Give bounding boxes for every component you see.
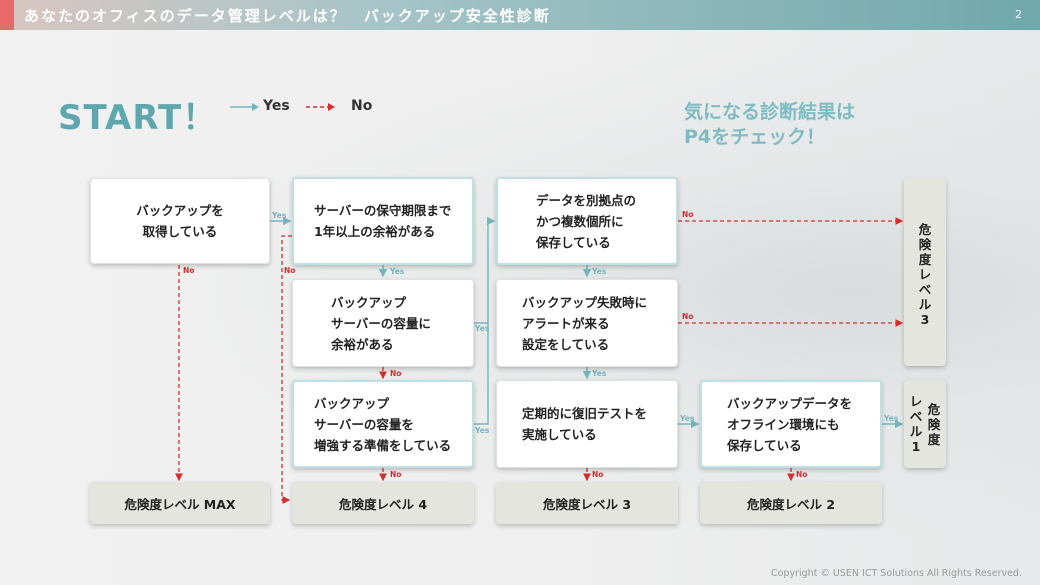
label-q6-no: No bbox=[682, 312, 694, 321]
outcome-level-4: 危険度レベル 4 bbox=[292, 482, 474, 524]
outcome-level-3-side: 危 険 度 レ ベ ル 3 bbox=[904, 178, 946, 366]
question-text-line: 保存している bbox=[727, 437, 802, 453]
question-box-failure-alert: バックアップ失敗時に アラートが来る 設定をしている bbox=[496, 279, 678, 367]
vertical-char: 危 bbox=[927, 402, 941, 417]
label-q1-no: No bbox=[183, 266, 195, 275]
label-q7-yes: Yes bbox=[680, 414, 695, 423]
label-q4-no: No bbox=[390, 470, 402, 479]
outcome-level-1-side-col-left: レ ベ ル 1 bbox=[907, 394, 925, 454]
vertical-char: 険 bbox=[927, 417, 941, 432]
vertical-char: ル bbox=[918, 297, 932, 312]
question-text-line: かつ複数個所に bbox=[536, 213, 624, 229]
label-q4-yes: Yes bbox=[475, 426, 490, 435]
outcome-level-3-side-text: 危 険 度 レ ベ ル 3 bbox=[904, 222, 946, 327]
label-q2-no: No bbox=[284, 266, 296, 275]
question-text-line: 設定をしている bbox=[522, 336, 610, 352]
question-text-line: アラートが来る bbox=[522, 315, 610, 331]
outcome-level-3: 危険度レベル 3 bbox=[496, 482, 678, 524]
label-q2-yes: Yes bbox=[390, 267, 405, 276]
question-box-capacity-expansion: バックアップ サーバーの容量を 増強する準備をしている bbox=[292, 380, 474, 468]
vertical-char: ル bbox=[909, 424, 923, 439]
vertical-char: 度 bbox=[918, 252, 932, 267]
question-box-offsite-copies: データを別拠点の かつ複数個所に 保存している bbox=[496, 177, 678, 265]
label-q7-no: No bbox=[592, 470, 604, 479]
question-box-maintenance-period: サーバーの保守期限まで 1年以上の余裕がある bbox=[292, 177, 474, 265]
question-text-line: バックアップ失敗時に bbox=[522, 294, 648, 310]
arrow-q3-q4-yes bbox=[474, 216, 496, 324]
question-text-line: バックアップを bbox=[136, 203, 224, 218]
question-box-offline-copy: バックアップデータを オフライン環境にも 保存している bbox=[700, 380, 882, 468]
vertical-char: 1 bbox=[911, 439, 921, 454]
question-text-line: オフライン環境にも bbox=[727, 416, 840, 432]
question-text-line: バックアップデータを bbox=[727, 395, 853, 411]
question-text-line: 実施している bbox=[522, 427, 597, 442]
question-text-line: 取得している bbox=[142, 224, 218, 239]
label-q1-yes: Yes bbox=[272, 211, 287, 220]
label-q6-yes: Yes bbox=[592, 369, 607, 378]
vertical-char: 険 bbox=[918, 237, 932, 252]
arrow-q2-no bbox=[281, 235, 292, 504]
label-q8-yes: Yes bbox=[884, 414, 899, 423]
copyright-text: Copyright © USEN ICT Solutions All Right… bbox=[770, 568, 1022, 579]
question-text-line: 1年以上の余裕がある bbox=[314, 224, 436, 239]
vertical-char: ベ bbox=[909, 409, 923, 424]
outcome-level-max: 危険度レベル MAX bbox=[90, 482, 270, 524]
vertical-char: 3 bbox=[920, 312, 930, 327]
question-box-has-backup: バックアップを 取得している bbox=[90, 178, 270, 264]
outcome-level-1-side-col-right: 危 険 度 bbox=[925, 402, 943, 447]
vertical-char: 度 bbox=[927, 432, 941, 447]
question-text-line: サーバーの容量に bbox=[331, 315, 431, 331]
label-q5-yes: Yes bbox=[592, 267, 607, 276]
question-text-line: 保存している bbox=[536, 234, 611, 250]
question-text-line: サーバーの容量を bbox=[314, 416, 414, 432]
vertical-char: 危 bbox=[918, 222, 932, 237]
question-text-line: データを別拠点の bbox=[536, 192, 637, 208]
question-text-line: バックアップ bbox=[314, 395, 390, 411]
question-text-line: サーバーの保守期限まで bbox=[314, 203, 452, 218]
question-text-line: 増強する準備をしている bbox=[314, 437, 452, 453]
label-q8-no: No bbox=[796, 470, 808, 479]
arrow-q4-yes bbox=[474, 323, 489, 425]
question-text-line: 定期的に復旧テストを bbox=[522, 406, 648, 421]
vertical-char: レ bbox=[918, 267, 932, 282]
label-q5-no: No bbox=[682, 210, 694, 219]
vertical-char: レ bbox=[909, 394, 923, 409]
question-text-line: バックアップ bbox=[331, 294, 407, 310]
outcome-level-2: 危険度レベル 2 bbox=[700, 482, 882, 524]
question-box-recovery-test: 定期的に復旧テストを 実施している bbox=[496, 380, 678, 468]
question-box-capacity-margin: バックアップ サーバーの容量に 余裕がある bbox=[292, 279, 474, 367]
question-text-line: 余裕がある bbox=[331, 336, 394, 352]
label-q3-yes: Yes bbox=[475, 324, 490, 333]
label-q3-no: No bbox=[390, 369, 402, 378]
outcome-level-1-side: 危 険 度 レ ベ ル 1 bbox=[904, 380, 946, 468]
vertical-char: ベ bbox=[918, 282, 932, 297]
